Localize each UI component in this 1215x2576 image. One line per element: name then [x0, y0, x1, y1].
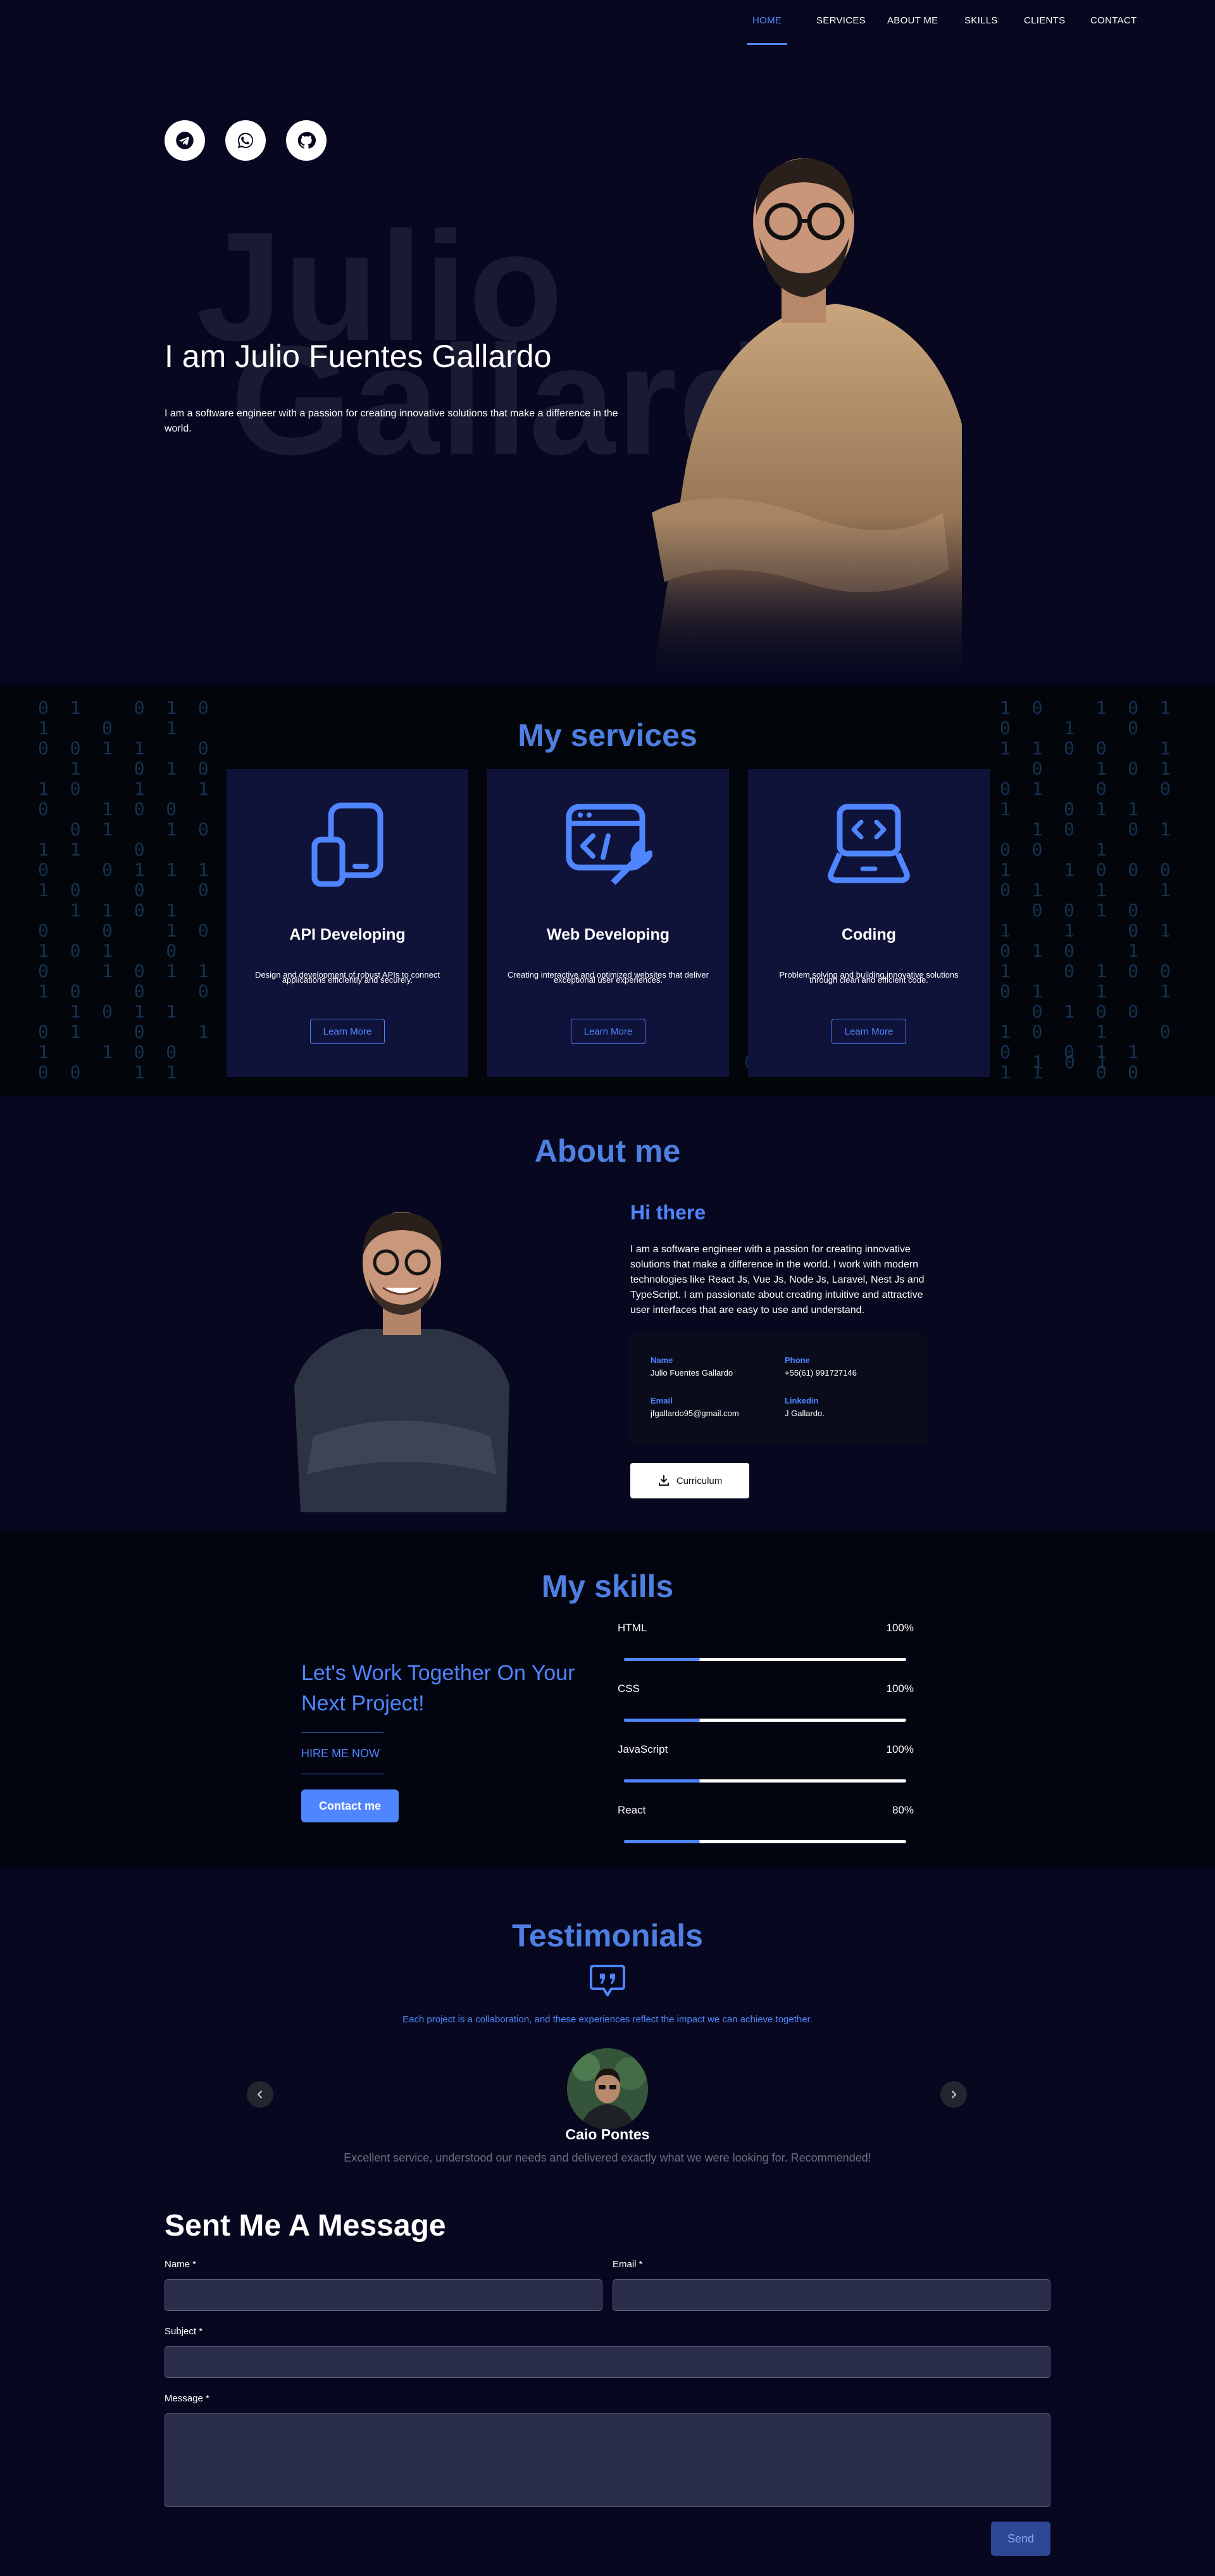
web-settings-icon — [566, 804, 652, 885]
service-description-web: Creating interactive and optimized websi… — [508, 970, 709, 985]
skill-percent-javascript: 100% — [886, 1743, 914, 1755]
contact-form-section — [0, 2189, 1215, 2576]
testimonial-avatar-image — [567, 2048, 648, 2129]
skill-name-html: HTML — [618, 1622, 647, 1634]
info-email-label: Email — [651, 1396, 673, 1405]
service-title-web: Web Developing — [546, 926, 670, 943]
skill-bar-fill-javascript — [624, 1779, 701, 1783]
quote-chat-icon — [590, 1965, 625, 1996]
about-title: About me — [534, 1133, 681, 1169]
info-phone-label: Phone — [785, 1355, 810, 1365]
curriculum-button-label: Curriculum — [676, 1475, 723, 1486]
whatsapp-link[interactable] — [225, 120, 266, 161]
nav-item-contact[interactable]: CONTACT — [1090, 15, 1137, 26]
service-description-api: Design and development of robust APIs to… — [255, 970, 440, 985]
service-title-coding: Coding — [841, 926, 897, 943]
telegram-icon — [176, 132, 194, 149]
about-heading: Hi there — [630, 1201, 706, 1224]
info-email-value[interactable]: jfgallardo95@gmail.com — [651, 1409, 739, 1418]
info-phone-value: +55(61) 991727146 — [785, 1368, 857, 1378]
contact-info-box: Name Julio Fuentes Gallardo Phone +55(61… — [630, 1334, 928, 1443]
skill-percent-css: 100% — [886, 1683, 914, 1695]
subject-input[interactable] — [165, 2346, 1050, 2378]
learn-more-button-web[interactable]: Learn More — [571, 1019, 645, 1044]
github-icon — [297, 132, 316, 149]
laptop-code-icon — [828, 804, 910, 883]
subject-field-label: Subject * — [165, 2326, 203, 2337]
message-textarea[interactable] — [165, 2413, 1050, 2507]
service-card-web: Web Developing Creating interactive and … — [487, 769, 729, 1077]
skill-bar-javascript — [624, 1779, 906, 1783]
about-portrait-image — [294, 1212, 509, 1512]
hero-portrait-image — [626, 127, 981, 683]
carousel-prev-button[interactable] — [247, 2081, 273, 2108]
testimonial-text: Excellent service, understood our needs … — [344, 2151, 871, 2164]
skill-name-css: CSS — [618, 1683, 640, 1695]
message-field-label: Message * — [165, 2393, 209, 2404]
services-title: My services — [518, 718, 697, 753]
skill-bar-fill-react — [624, 1840, 701, 1843]
info-linkedin-value[interactable]: J Gallardo. — [785, 1409, 825, 1418]
nav-active-indicator — [747, 43, 787, 45]
hero-description: I am a software engineer with a passion … — [165, 408, 618, 434]
learn-more-button-api[interactable]: Learn More — [310, 1019, 385, 1044]
skill-bar-fill-html — [624, 1658, 701, 1661]
testimonial-name: Caio Pontes — [565, 2126, 650, 2143]
info-linkedin-label: Linkedin — [785, 1396, 819, 1405]
hire-me-link[interactable]: HIRE ME NOW — [301, 1733, 383, 1774]
matrix-background-left: 0 1 0 1 0 1 0 1 0 0 1 1 0 1 0 1 0 1 0 1 … — [38, 697, 209, 1083]
skill-name-javascript: JavaScript — [618, 1743, 668, 1755]
name-input[interactable] — [165, 2279, 602, 2311]
send-button[interactable]: Send — [991, 2522, 1050, 2556]
skills-title: My skills — [541, 1569, 674, 1604]
info-name-value: Julio Fuentes Gallardo — [651, 1368, 733, 1378]
learn-more-button-coding[interactable]: Learn More — [832, 1019, 906, 1044]
name-field-label: Name * — [165, 2259, 197, 2270]
info-name-label: Name — [651, 1355, 673, 1365]
hero-section: Julio Gallardo I am Julio Fuentes Gallar… — [0, 0, 1215, 685]
whatsapp-icon — [237, 132, 254, 149]
skill-percent-react: 80% — [892, 1804, 914, 1816]
matrix-background-right: 1 0 1 0 1 0 1 0 1 1 0 0 1 0 1 0 1 0 1 0 … — [1000, 697, 1171, 1083]
contact-me-button[interactable]: Contact me — [301, 1789, 399, 1822]
nav-item-skills[interactable]: SKILLS — [964, 15, 998, 26]
skills-cta-heading: Let's Work Together On Your Next Project… — [301, 1661, 575, 1715]
email-input[interactable] — [613, 2279, 1050, 2311]
service-description-coding: Problem solving and building innovative … — [779, 970, 959, 985]
chevron-right-icon — [952, 2091, 956, 2098]
github-link[interactable] — [286, 120, 327, 161]
service-card-coding: Coding Problem solving and building inno… — [748, 769, 990, 1077]
hero-title: I am Julio Fuentes Gallardo — [165, 339, 552, 374]
devices-icon — [311, 802, 383, 887]
top-navigation: HOME SERVICES ABOUT ME SKILLS CLIENTS CO… — [0, 0, 1215, 45]
testimonial-avatar — [567, 2048, 648, 2129]
nav-item-clients[interactable]: CLIENTS — [1024, 15, 1065, 26]
service-title-api: API Developing — [289, 926, 406, 943]
nav-item-about-me[interactable]: ABOUT ME — [887, 15, 938, 26]
download-icon — [658, 1475, 669, 1486]
skill-bar-css — [624, 1719, 906, 1722]
email-field-label: Email * — [613, 2259, 643, 2270]
skill-bar-html — [624, 1658, 906, 1661]
nav-item-services[interactable]: SERVICES — [816, 15, 866, 26]
testimonials-subtitle: Each project is a collaboration, and the… — [402, 2014, 813, 2025]
about-text: I am a software engineer with a passion … — [630, 1244, 925, 1316]
skill-percent-html: 100% — [886, 1622, 914, 1634]
skill-name-react: React — [618, 1804, 646, 1816]
carousel-next-button[interactable] — [940, 2081, 967, 2108]
testimonials-title: Testimonials — [512, 1918, 703, 1953]
nav-item-home[interactable]: HOME — [752, 15, 782, 26]
service-card-api: API Developing Design and development of… — [227, 769, 468, 1077]
curriculum-button[interactable]: Curriculum — [630, 1463, 749, 1498]
contact-form-title: Sent Me A Message — [165, 2209, 446, 2243]
skill-bar-fill-css — [624, 1719, 701, 1722]
skill-bar-react — [624, 1840, 906, 1843]
chevron-left-icon — [258, 2091, 262, 2098]
telegram-link[interactable] — [165, 120, 205, 161]
